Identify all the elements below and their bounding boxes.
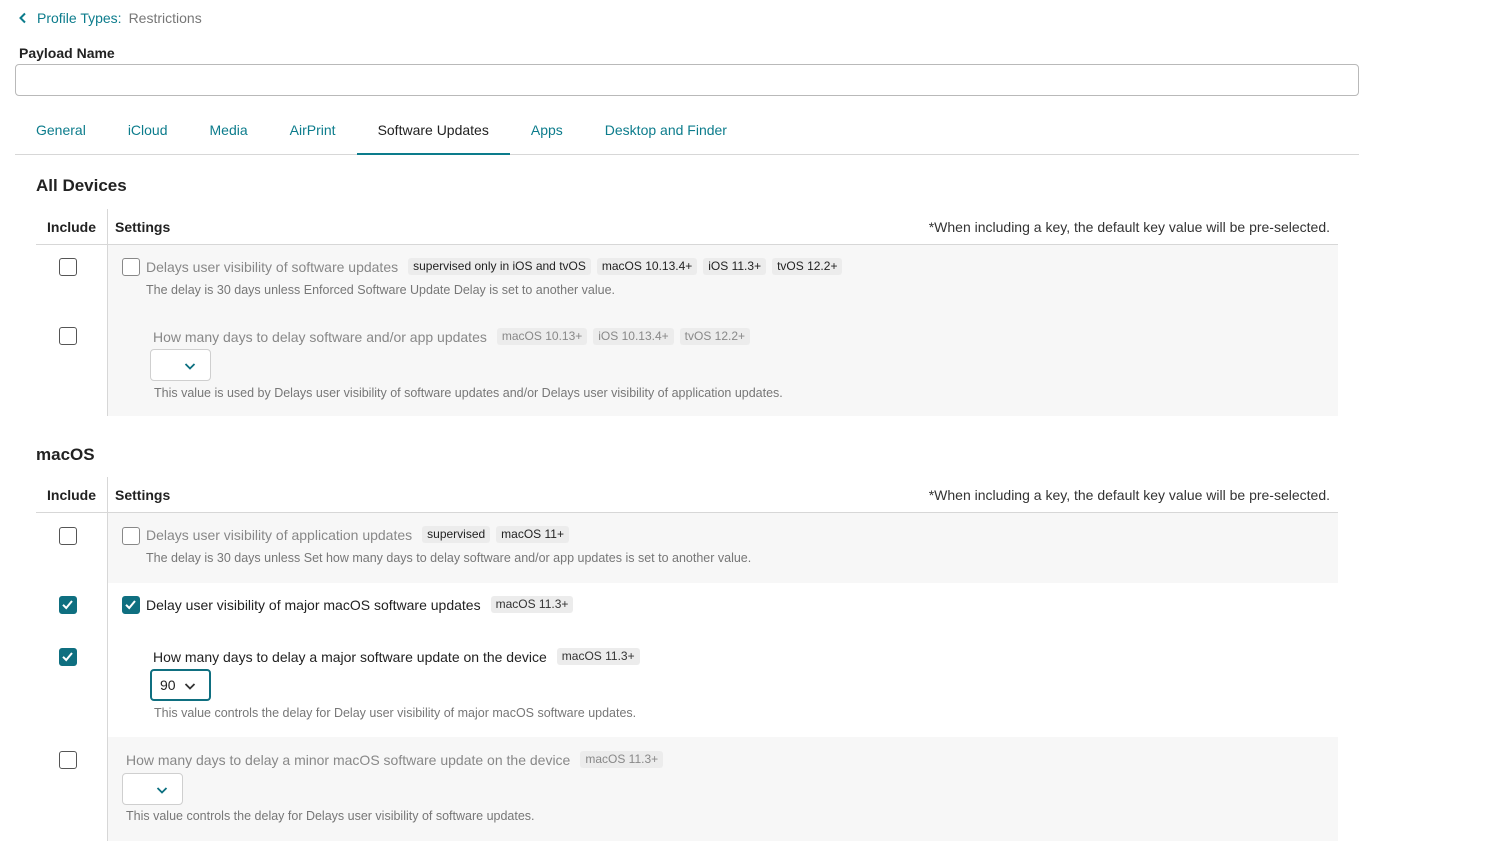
setting-row-days-to-delay-updates: How many days to delay software and/or a… xyxy=(153,328,751,345)
setting-row-delay-major-updates: Delay user visibility of major macOS sof… xyxy=(146,596,574,613)
tab-general[interactable]: General xyxy=(15,106,107,155)
setting-label: Delay user visibility of major macOS sof… xyxy=(146,596,481,613)
payload-name-label: Payload Name xyxy=(19,45,115,61)
tab-desktop-and-finder[interactable]: Desktop and Finder xyxy=(584,106,748,155)
section-title-all-devices: All Devices xyxy=(36,176,127,195)
include-checkbox-delay-software-updates[interactable] xyxy=(59,258,77,276)
tab-icloud[interactable]: iCloud xyxy=(107,106,189,155)
tab-apps[interactable]: Apps xyxy=(510,106,584,155)
setting-checkbox-delay-software-updates[interactable] xyxy=(122,258,140,276)
helper-text: This value controls the delay for Delays… xyxy=(126,809,535,823)
helper-text: This value is used by Delays user visibi… xyxy=(154,386,783,400)
column-divider xyxy=(107,513,108,841)
badge-macos: macOS 11.3+ xyxy=(490,596,574,613)
back-link[interactable]: Profile Types: xyxy=(17,10,122,26)
table-header-macos: Include Settings *When including a key, … xyxy=(36,477,1338,513)
setting-row-days-major-update: How many days to delay a major software … xyxy=(153,648,640,665)
include-checkbox-days-major-update[interactable] xyxy=(59,648,77,666)
settings-column-header: Settings xyxy=(115,219,171,235)
setting-row-delay-app-updates: Delays user visibility of application up… xyxy=(146,526,569,543)
badge-tvos: tvOS 12.2+ xyxy=(772,258,843,275)
include-checkbox-delay-major-updates[interactable] xyxy=(59,596,77,614)
breadcrumb-current: Restrictions xyxy=(128,10,202,26)
setting-label: Delays user visibility of software updat… xyxy=(146,258,399,275)
badge-macos: macOS 11.3+ xyxy=(556,648,640,665)
days-minor-update-select[interactable] xyxy=(122,773,183,805)
badge-ios: iOS 10.13.4+ xyxy=(593,328,674,345)
setting-label: How many days to delay a minor macOS sof… xyxy=(126,751,571,768)
checkmark-icon xyxy=(125,600,136,610)
checkmark-icon xyxy=(62,600,73,610)
helper-text: This value controls the delay for Delay … xyxy=(154,706,637,720)
header-divider xyxy=(107,477,108,513)
badge-tvos: tvOS 12.2+ xyxy=(679,328,751,345)
setting-row-days-minor-update: How many days to delay a minor macOS sof… xyxy=(126,751,664,768)
select-value: 90 xyxy=(160,677,176,693)
payload-name-input[interactable] xyxy=(15,64,1359,96)
header-divider xyxy=(107,209,108,245)
setting-row-delay-software-updates: Delays user visibility of software updat… xyxy=(146,258,843,275)
badge-macos: macOS 10.13+ xyxy=(496,328,588,345)
include-checkbox-days-minor-update[interactable] xyxy=(59,751,77,769)
badge-supervised: supervised xyxy=(422,526,491,543)
table-header-all-devices: Include Settings *When including a key, … xyxy=(36,209,1338,245)
default-key-note: *When including a key, the default key v… xyxy=(928,219,1330,235)
badge-macos: macOS 11+ xyxy=(496,526,569,543)
days-major-update-select[interactable]: 90 xyxy=(150,669,211,701)
setting-label: How many days to delay a major software … xyxy=(153,648,547,665)
tab-airprint[interactable]: AirPrint xyxy=(269,106,357,155)
breadcrumb-link[interactable]: Profile Types: xyxy=(37,10,122,26)
tab-software-updates[interactable]: Software Updates xyxy=(356,106,510,155)
breadcrumb: Profile Types: Restrictions xyxy=(17,10,202,26)
badge-ios: iOS 11.3+ xyxy=(703,258,767,275)
chevron-left-icon xyxy=(19,12,26,24)
chevron-down-icon xyxy=(184,363,196,370)
chevron-down-icon xyxy=(184,683,196,690)
checkmark-icon xyxy=(62,652,73,662)
chevron-down-icon xyxy=(156,787,168,794)
section-title-macos: macOS xyxy=(36,445,95,464)
days-to-delay-select[interactable] xyxy=(150,349,211,381)
setting-label: Delays user visibility of application up… xyxy=(146,526,413,543)
settings-column-header: Settings xyxy=(115,487,171,503)
badge-macos: macOS 10.13.4+ xyxy=(596,258,698,275)
include-checkbox-delay-app-updates[interactable] xyxy=(59,527,77,545)
include-column-header: Include xyxy=(47,487,97,503)
tab-bar: General iCloud Media AirPrint Software U… xyxy=(15,106,1359,155)
settings-panel-app-updates xyxy=(108,513,1338,583)
default-key-note: *When including a key, the default key v… xyxy=(928,487,1330,503)
include-column-header: Include xyxy=(47,219,97,235)
badge-macos: macOS 11.3+ xyxy=(580,751,664,768)
helper-text: The delay is 30 days unless Enforced Sof… xyxy=(146,283,616,297)
helper-text: The delay is 30 days unless Set how many… xyxy=(146,551,752,565)
column-divider xyxy=(107,245,108,416)
badge-supervised-ios-tvos: supervised only in iOS and tvOS xyxy=(408,258,591,275)
setting-label: How many days to delay software and/or a… xyxy=(153,328,487,345)
setting-checkbox-delay-app-updates[interactable] xyxy=(122,527,140,545)
setting-checkbox-delay-major-updates[interactable] xyxy=(122,596,140,614)
include-checkbox-days-to-delay-updates[interactable] xyxy=(59,327,77,345)
tab-media[interactable]: Media xyxy=(189,106,269,155)
